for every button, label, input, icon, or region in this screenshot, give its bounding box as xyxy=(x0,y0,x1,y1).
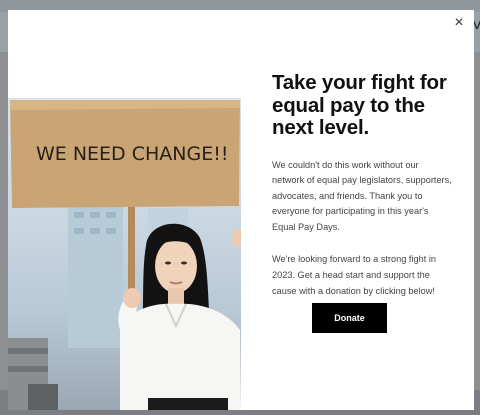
modal-content: Take your fight for equal pay to the nex… xyxy=(272,71,452,299)
modal-paragraph-1: We couldn't do this work without our net… xyxy=(272,159,452,232)
close-icon[interactable]: × xyxy=(452,15,466,31)
sign-text: WE NEED CHANGE!! xyxy=(36,143,228,165)
donate-button[interactable]: Donate xyxy=(312,303,387,333)
donation-modal: × WE NEED CHANGE!! Take your fight for e… xyxy=(8,10,474,410)
modal-headline: Take your fight for equal pay to the nex… xyxy=(272,71,447,139)
protest-photo: WE NEED CHANGE!! xyxy=(8,98,241,410)
protest-illustration: WE NEED CHANGE!! xyxy=(8,100,241,410)
modal-paragraph-2: We're looking forward to a strong fight … xyxy=(272,254,436,296)
